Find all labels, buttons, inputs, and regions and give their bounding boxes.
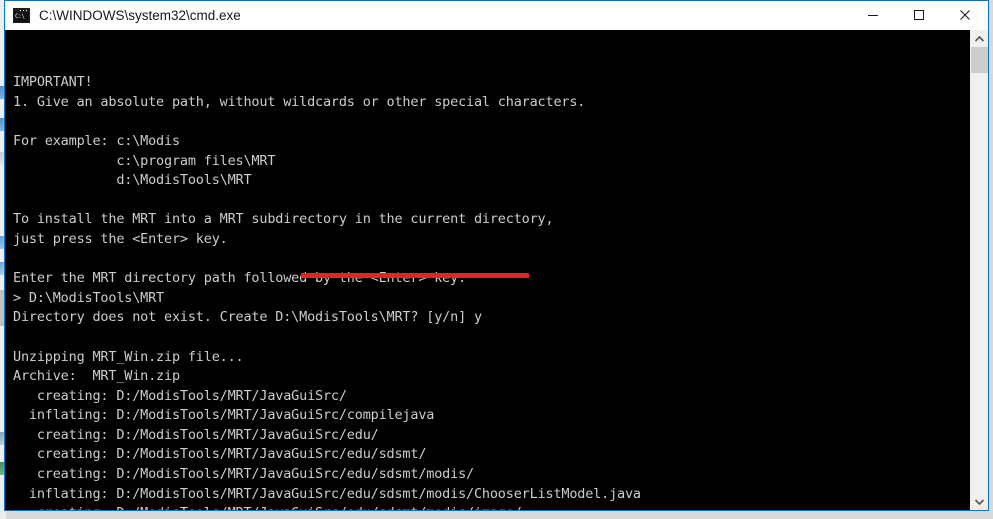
window-titlebar[interactable]: C:\ C:\WINDOWS\system32\cmd.exe [5, 1, 988, 30]
console-line: creating: D:/ModisTools/MRT/JavaGuiSrc/e… [13, 504, 970, 510]
console-line: To install the MRT into a MRT subdirecto… [13, 211, 554, 228]
console-line: inflating: D:/ModisTools/MRT/JavaGuiSrc/… [13, 407, 435, 424]
console-line: 1. Give an absolute path, without wildca… [13, 93, 586, 110]
console-line: Archive: MRT_Win.zip [13, 368, 180, 385]
console-line: IMPORTANT! [13, 74, 93, 91]
console-text: IMPORTANT! 1. Give an absolute path, with… [13, 73, 970, 510]
console-line: creating: D:/ModisTools/MRT/JavaGuiSrc/e… [13, 426, 379, 443]
console-line: d:\ModisTools\MRT [13, 172, 252, 189]
console-line: For example: c:\Modis [13, 132, 180, 149]
console-scrollbar[interactable] [970, 30, 988, 510]
console-line: Directory does not exist. Create D:\Modi… [13, 309, 482, 326]
console-line: c:\program files\MRT [13, 152, 276, 169]
scroll-down-arrow[interactable] [971, 493, 988, 510]
cmd-window: C:\ C:\WINDOWS\system32\cmd.exe IMPORTAN… [4, 0, 989, 511]
cmd-icon-glyph: C:\ [14, 11, 29, 22]
minimize-button[interactable] [850, 1, 896, 29]
scroll-up-arrow[interactable] [971, 30, 988, 47]
maximize-button[interactable] [896, 1, 942, 29]
console-line: Unzipping MRT_Win.zip file... [13, 348, 244, 365]
window-controls [850, 1, 988, 29]
scrollbar-thumb[interactable] [971, 47, 988, 73]
console-line: creating: D:/ModisTools/MRT/JavaGuiSrc/ [13, 387, 347, 404]
scrollbar-track[interactable] [971, 47, 988, 493]
console-output[interactable]: IMPORTANT! 1. Give an absolute path, with… [5, 30, 970, 510]
cmd-console-icon: C:\ [13, 7, 30, 23]
console-line: inflating: D:/ModisTools/MRT/JavaGuiSrc/… [13, 485, 641, 502]
console-line: creating: D:/ModisTools/MRT/JavaGuiSrc/e… [13, 446, 427, 463]
close-button[interactable] [942, 1, 988, 29]
red-underline-annotation [301, 273, 529, 278]
window-title: C:\WINDOWS\system32\cmd.exe [39, 7, 241, 23]
console-line: just press the <Enter> key. [13, 230, 228, 247]
console-line: creating: D:/ModisTools/MRT/JavaGuiSrc/e… [13, 466, 474, 483]
console-line: > D:\ModisTools\MRT [13, 289, 165, 306]
console-area: IMPORTANT! 1. Give an absolute path, with… [5, 30, 988, 510]
